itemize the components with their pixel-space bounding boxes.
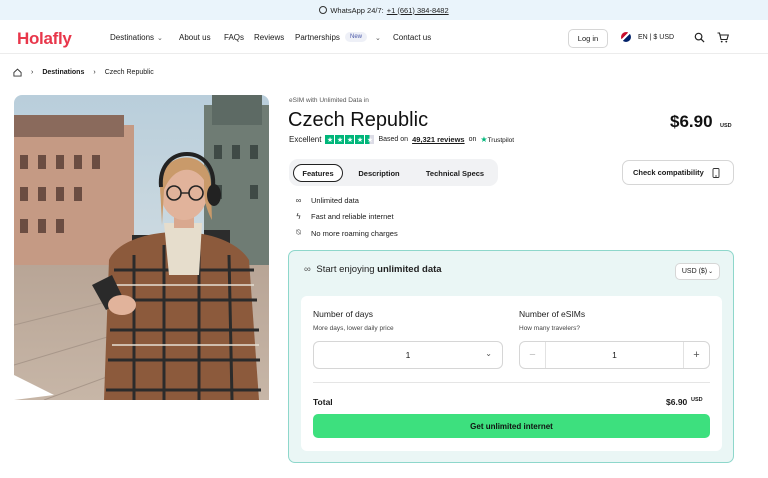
- new-badge: New: [345, 32, 368, 42]
- increment-button[interactable]: +: [683, 342, 709, 368]
- breadcrumb-separator-icon: ›: [93, 69, 96, 76]
- breadcrumb-current: Czech Republic: [104, 69, 154, 76]
- product-subtitle: eSIM with Unlimited Data in: [289, 97, 369, 104]
- rating-stars: ★ ★ ★ ★ ★: [325, 135, 375, 144]
- nav-destinations-label: Destinations: [110, 33, 155, 42]
- tab-description[interactable]: Description: [351, 164, 407, 182]
- reviews-link[interactable]: 49,321 reviews: [412, 135, 465, 144]
- panel-heading-prefix: Start enjoying: [316, 264, 375, 275]
- purchase-panel: ∞ Start enjoying unlimited data USD ($) ⌄…: [288, 250, 734, 463]
- infinity-icon: ∞: [304, 264, 311, 275]
- feature-label: Fast and reliable internet: [311, 212, 394, 221]
- esims-stepper[interactable]: − 1 +: [519, 341, 710, 369]
- currency-value: USD ($): [681, 268, 708, 275]
- lightning-icon: ϟ: [296, 212, 301, 221]
- breadcrumb-separator-icon: ›: [31, 69, 34, 76]
- trustpilot-label: Trustpilot: [487, 137, 515, 144]
- esims-value[interactable]: 1: [546, 342, 683, 368]
- trustpilot-rating: Excellent ★ ★ ★ ★ ★ Based on 49,321 revi…: [289, 135, 514, 144]
- rating-label: Excellent: [289, 135, 322, 144]
- product-price: $6.90: [670, 112, 713, 131]
- feature-item: ⍉ No more roaming charges: [294, 228, 398, 238]
- infinity-icon: ∞: [295, 196, 302, 205]
- whatsapp-bar: WhatsApp 24/7: +1 (661) 384-8482: [0, 0, 768, 20]
- search-icon[interactable]: [694, 32, 705, 43]
- currency-select[interactable]: USD ($) ⌄: [675, 263, 720, 280]
- get-unlimited-internet-button[interactable]: Get unlimited internet: [313, 414, 710, 438]
- product-title: Czech Republic: [288, 109, 429, 131]
- product-price-currency: USD: [720, 123, 732, 129]
- phone-check-icon: [712, 167, 720, 178]
- feature-label: No more roaming charges: [311, 228, 398, 238]
- days-select[interactable]: 1 ⌄: [313, 341, 503, 369]
- main-nav: Holafly Destinations ⌄ About us FAQs Revi…: [0, 20, 768, 54]
- uk-flag-icon: [621, 32, 631, 42]
- feature-label: Unlimited data: [311, 196, 359, 205]
- chevron-down-icon: ⌄: [485, 349, 492, 358]
- breadcrumb: › Destinations › Czech Republic: [13, 68, 154, 77]
- total-currency: USD: [691, 397, 703, 403]
- whatsapp-label: WhatsApp 24/7:: [330, 5, 384, 15]
- days-hint: More days, lower daily price: [313, 325, 394, 332]
- star-icon: ★: [325, 135, 335, 144]
- feature-item: ϟ Fast and reliable internet: [294, 212, 394, 221]
- panel-heading-bold: unlimited data: [377, 264, 442, 275]
- breadcrumb-destinations[interactable]: Destinations: [42, 69, 84, 76]
- login-button[interactable]: Log in: [568, 29, 608, 48]
- days-value: 1: [405, 350, 411, 360]
- holafly-logo[interactable]: Holafly: [17, 29, 72, 49]
- feature-item: ∞ Unlimited data: [294, 196, 359, 205]
- nav-reviews[interactable]: Reviews: [254, 33, 284, 42]
- language-currency-selector[interactable]: EN | $ USD: [638, 34, 674, 41]
- trustpilot-logo: ★Trustpilot: [480, 135, 514, 144]
- panel-heading: ∞ Start enjoying unlimited data: [304, 264, 442, 275]
- days-label: Number of days: [313, 309, 373, 319]
- divider: [313, 382, 710, 383]
- no-roaming-icon: ⍉: [296, 228, 301, 237]
- based-on-label: Based on: [378, 136, 409, 143]
- star-icon: ★: [335, 135, 345, 144]
- tab-features[interactable]: Features: [293, 164, 343, 182]
- chevron-down-icon: ⌄: [708, 269, 714, 275]
- product-tabs: Features Description Technical Specs: [289, 159, 498, 186]
- esims-hint: How many travelers?: [519, 325, 581, 332]
- nav-partnerships[interactable]: Partnerships: [295, 33, 340, 42]
- cart-icon[interactable]: [717, 32, 729, 43]
- star-icon: ★: [345, 135, 355, 144]
- nav-faqs[interactable]: FAQs: [224, 33, 244, 42]
- check-compatibility-button[interactable]: Check compatibility: [622, 160, 734, 185]
- home-icon[interactable]: [13, 68, 22, 77]
- star-half-icon: ★: [365, 135, 375, 144]
- nav-destinations[interactable]: Destinations ⌄: [110, 33, 163, 42]
- total-label: Total: [313, 397, 333, 407]
- chevron-down-icon: ⌄: [157, 35, 163, 42]
- partnerships-chevron-icon[interactable]: ⌄: [372, 33, 381, 42]
- decrement-button[interactable]: −: [520, 342, 546, 368]
- on-label: on: [468, 136, 477, 143]
- nav-contact-us[interactable]: Contact us: [393, 33, 431, 42]
- check-compatibility-label: Check compatibility: [633, 168, 704, 177]
- trustpilot-star-icon: ★: [480, 135, 488, 144]
- tab-technical-specs[interactable]: Technical Specs: [419, 164, 491, 182]
- whatsapp-icon: [319, 6, 328, 14]
- hero-image: [14, 95, 269, 400]
- nav-about-us[interactable]: About us: [179, 33, 211, 42]
- star-icon: ★: [355, 135, 365, 144]
- plan-config-card: Number of days More days, lower daily pr…: [301, 296, 722, 451]
- whatsapp-phone-link[interactable]: +1 (661) 384-8482: [387, 6, 449, 15]
- esims-label: Number of eSIMs: [519, 309, 586, 319]
- total-value: $6.90: [666, 397, 688, 407]
